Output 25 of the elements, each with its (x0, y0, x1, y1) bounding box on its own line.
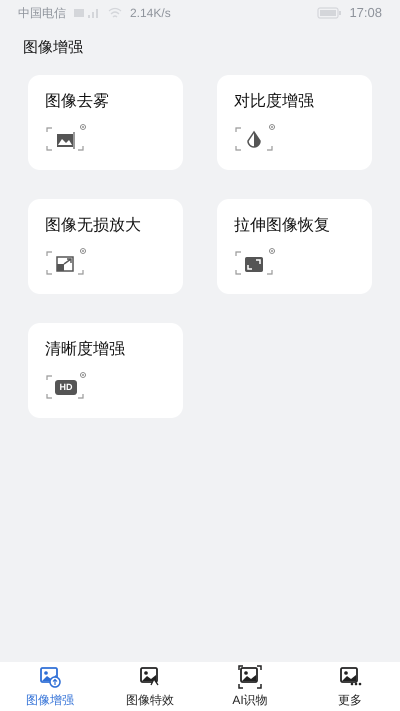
feature-card[interactable]: 清晰度增强 HD (28, 323, 183, 418)
nav-tab[interactable]: 图像特效 (100, 662, 200, 711)
card-title: 对比度增强 (234, 92, 315, 112)
card-title: 图像去雾 (45, 92, 110, 112)
page-title: 图像增强 (23, 39, 83, 56)
picture-icon (338, 664, 362, 688)
picture-icon (238, 664, 262, 688)
carrier-name: 中国电信 (18, 5, 66, 22)
feature-card[interactable]: 对比度增强 (217, 75, 372, 170)
signal-icon (74, 7, 100, 19)
nav-tab[interactable]: AI识物 (200, 662, 300, 711)
battery-icon (317, 7, 342, 19)
nav-tab[interactable]: 更多 (300, 662, 400, 711)
feature-card[interactable]: 拉伸图像恢复 (217, 199, 372, 294)
network-speed: 2.14K/s (130, 5, 171, 22)
card-title: 图像无损放大 (45, 216, 142, 236)
clock-time: 17:08 (349, 4, 382, 22)
wifi-icon (108, 7, 122, 19)
hd-label: HD (55, 380, 77, 395)
feature-card[interactable]: 图像去雾 (28, 75, 183, 170)
card-title: 拉伸图像恢复 (234, 216, 331, 236)
card-title: 清晰度增强 (45, 340, 126, 360)
picture-icon (38, 664, 62, 688)
feature-card[interactable]: 图像无损放大 (28, 199, 183, 294)
nav-tab[interactable]: 图像增强 (0, 662, 100, 711)
